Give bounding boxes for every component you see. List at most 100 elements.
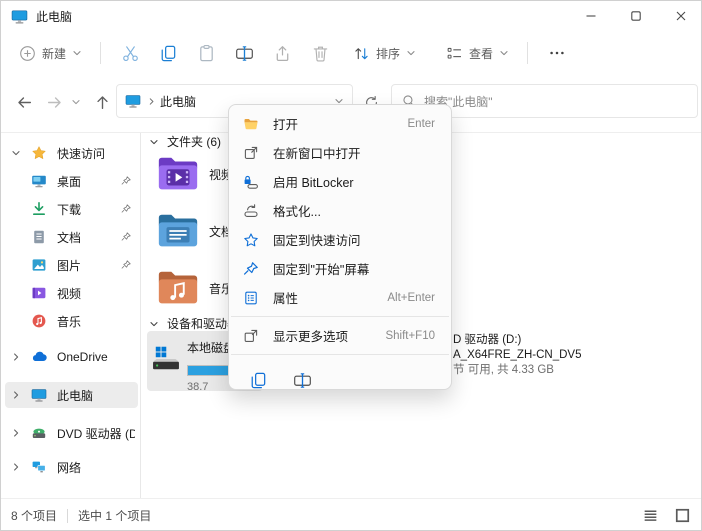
minimize-icon [584,9,598,23]
context-menu: 打开 Enter 在新窗口中打开 启用 BitLocker 格式化... 固定到… [228,104,452,390]
toolbar-separator [100,42,101,64]
sidebar-item-music[interactable]: 音乐 [5,308,138,334]
chevron-right-icon [147,97,156,106]
sidebar-item-dvd-drive[interactable]: DVD 驱动器 (D:) CC [5,420,138,446]
close-icon [674,9,688,23]
onedrive-cloud-icon [31,349,47,365]
music-folder-icon [155,265,201,311]
view-list-icon [446,45,463,62]
chevron-down-icon[interactable] [11,148,23,158]
quick-access-star-icon [31,145,47,161]
chevron-down-icon [72,48,82,58]
dvd-volume-fragment: A_X64FRE_ZH-CN_DV5 [453,348,581,363]
folder-tile-music[interactable]: 音乐 [155,265,233,311]
this-pc-icon [31,387,47,403]
sidebar-item-pictures[interactable]: 图片 [5,252,138,278]
sidebar-item-downloads[interactable]: 下载 [5,196,138,222]
maximize-button[interactable] [613,1,658,31]
sidebar-item-label: 音乐 [57,313,81,330]
rename-button[interactable] [225,36,263,70]
minimize-button[interactable] [568,1,613,31]
menu-item-format[interactable]: 格式化... [233,196,447,225]
disk-usage-fill [188,366,229,375]
paste-button[interactable] [187,36,225,70]
chevron-right-icon[interactable] [11,352,23,362]
menu-item-enable-bitlocker[interactable]: 启用 BitLocker [233,167,447,196]
menu-item-open-new-window[interactable]: 在新窗口中打开 [233,138,447,167]
devices-section-header[interactable]: 设备和驱动器 [149,315,239,332]
menu-rename-button[interactable] [287,365,317,395]
menu-item-label: 在新窗口中打开 [273,143,361,162]
details-view-button[interactable] [639,505,661,527]
close-button[interactable] [658,1,702,31]
menu-item-label: 启用 BitLocker [273,172,354,191]
sidebar-item-this-pc[interactable]: 此电脑 [5,382,138,408]
menu-item-pin-to-start[interactable]: 固定到"开始"屏幕 [233,254,447,283]
folder-tile-documents[interactable]: 文档 [155,208,233,254]
music-icon [31,313,47,329]
this-pc-icon [11,8,28,25]
folders-section-header[interactable]: 文件夹 (6) [149,133,221,150]
chevron-right-icon[interactable] [11,390,23,400]
up-button[interactable] [89,89,115,115]
menu-item-show-more-options[interactable]: 显示更多选项 Shift+F10 [233,321,447,350]
view-button[interactable]: 查看 [438,36,517,70]
dvd-capacity-fragment: 节 可用, 共 4.33 GB [453,363,581,378]
sidebar-item-quick-access[interactable]: 快速访问 [5,140,138,166]
sort-button-label: 排序 [376,45,400,62]
large-icons-view-button[interactable] [671,505,693,527]
recent-locations-button[interactable] [67,89,85,115]
back-button[interactable] [11,89,37,115]
status-bar: 8 个项目 选中 1 个项目 [1,498,702,531]
sidebar-item-videos[interactable]: 视频 [5,280,138,306]
sidebar-item-label: 文档 [57,229,81,246]
sidebar-item-network[interactable]: 网络 [5,454,138,480]
menu-item-open[interactable]: 打开 Enter [233,109,447,138]
cut-button[interactable] [111,36,149,70]
rename-icon [293,371,312,390]
pinned-icon [120,231,132,243]
new-button[interactable]: 新建 [11,36,90,70]
properties-icon [243,290,259,306]
command-bar: 新建 排序 查看 [1,31,702,75]
pin-icon [243,261,259,277]
menu-item-label: 固定到快速访问 [273,230,361,249]
documents-folder-icon [155,208,201,254]
sidebar-item-documents[interactable]: 文档 [5,224,138,250]
chevron-down-icon [71,97,81,107]
share-button[interactable] [263,36,301,70]
sidebar-item-label: DVD 驱动器 (D:) CC [57,425,135,442]
sidebar-item-desktop[interactable]: 桌面 [5,168,138,194]
menu-quick-actions [229,359,451,395]
plus-circle-icon [19,45,36,62]
chevron-down-icon [499,48,509,58]
bitlocker-lock-icon [243,174,259,190]
explorer-window: 此电脑 新建 排序 查看 [0,0,702,531]
ellipsis-icon [548,44,566,62]
copy-button[interactable] [149,36,187,70]
pinned-icon [120,259,132,271]
menu-copy-button[interactable] [243,365,273,395]
delete-button[interactable] [301,36,339,70]
menu-item-pin-quick-access[interactable]: 固定到快速访问 [233,225,447,254]
dvd-drive-icon [31,425,47,441]
menu-item-properties[interactable]: 属性 Alt+Enter [233,283,447,312]
forward-button[interactable] [41,89,67,115]
menu-item-label: 固定到"开始"屏幕 [273,259,369,278]
sidebar-item-label: 视频 [57,285,81,302]
sort-button[interactable]: 排序 [345,36,424,70]
sidebar-item-onedrive[interactable]: OneDrive [5,344,138,370]
more-options-button[interactable] [538,36,576,70]
folder-tile-videos[interactable]: 视频 [155,151,233,197]
chevron-down-icon [406,48,416,58]
toolbar-separator [527,42,528,64]
window-title: 此电脑 [36,8,72,25]
trash-icon [311,44,330,63]
chevron-right-icon[interactable] [11,428,23,438]
menu-item-label: 格式化... [273,201,321,220]
chevron-right-icon[interactable] [11,462,23,472]
chevron-down-icon [149,137,159,147]
breadcrumb-root[interactable]: 此电脑 [160,93,196,110]
dvd-drive-tile-info[interactable]: D 驱动器 (D:) A_X64FRE_ZH-CN_DV5 节 可用, 共 4.… [453,333,581,378]
open-new-window-icon [243,145,259,161]
